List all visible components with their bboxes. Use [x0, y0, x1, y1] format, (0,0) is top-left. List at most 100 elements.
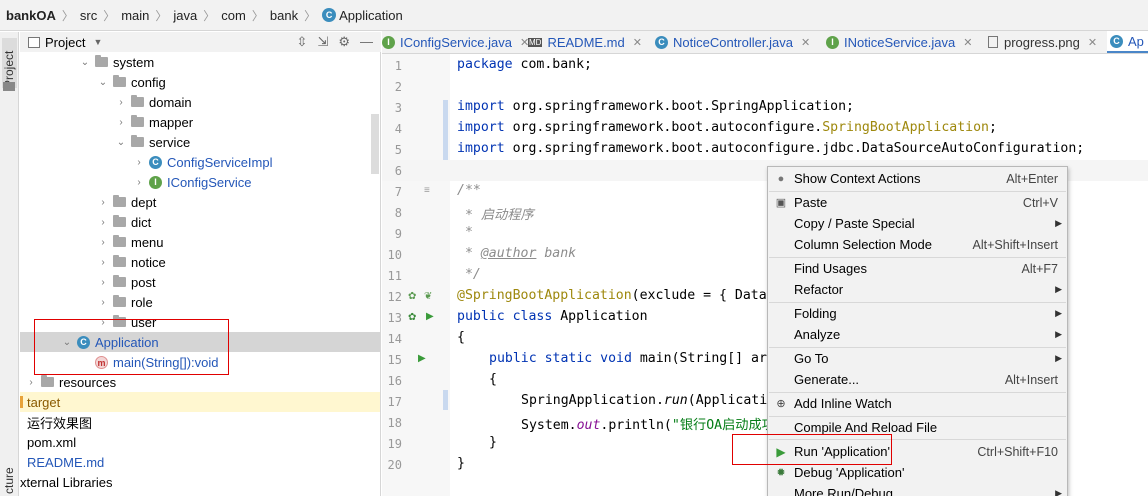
- breadcrumb-item-java[interactable]: java: [173, 8, 197, 23]
- chevron-right-icon[interactable]: ›: [96, 197, 110, 208]
- spring-bean-icon[interactable]: ✿: [408, 312, 416, 323]
- chevron-right-icon: ▶: [1055, 488, 1062, 496]
- run-icon[interactable]: ▶: [426, 311, 434, 322]
- tab-readme[interactable]: MD README.md ✕: [528, 31, 642, 53]
- breadcrumb-separator: 〉: [103, 8, 116, 23]
- folder-icon: [3, 82, 15, 91]
- project-panel-title[interactable]: Project: [45, 35, 85, 50]
- close-icon[interactable]: ✕: [963, 36, 972, 49]
- tree-item-system[interactable]: ⌄ system: [20, 52, 380, 72]
- fold-icon[interactable]: ≡: [424, 185, 430, 196]
- tree-item-domain[interactable]: › domain: [20, 92, 380, 112]
- tree-item-dict[interactable]: › dict: [20, 212, 380, 232]
- tab-iconfigservice[interactable]: I IConfigService.java ✕: [382, 31, 529, 53]
- menu-item-analyze[interactable]: Analyze ▶: [768, 324, 1067, 345]
- chevron-right-icon[interactable]: ›: [114, 97, 128, 108]
- code-token: org.springframework.boot.SpringApplicati…: [504, 99, 854, 114]
- menu-item-refactor[interactable]: Refactor ▶: [768, 279, 1067, 300]
- run-icon[interactable]: ▶: [418, 353, 426, 364]
- chevron-right-icon[interactable]: ›: [24, 377, 38, 388]
- menu-item-shortcut: Alt+Enter: [1006, 171, 1058, 186]
- chevron-right-icon[interactable]: ›: [96, 297, 110, 308]
- menu-item-shortcut: Alt+F7: [1021, 261, 1058, 276]
- code-token: Application: [552, 309, 648, 324]
- menu-item-go-to[interactable]: Go To ▶: [768, 348, 1067, 369]
- code-line-4: import org.springframework.boot.autoconf…: [457, 120, 997, 135]
- tab-progress-png[interactable]: progress.png ✕: [985, 31, 1097, 53]
- menu-item-copy-paste-special[interactable]: Copy / Paste Special ▶: [768, 213, 1067, 234]
- breadcrumb-item-application[interactable]: Application: [339, 8, 403, 23]
- folder-icon: [113, 255, 126, 267]
- tree-item-iconfigservice[interactable]: › I IConfigService: [20, 172, 380, 192]
- menu-item-find-usages[interactable]: Find Usages Alt+F7: [768, 258, 1067, 279]
- code-token: run: [663, 393, 688, 408]
- breadcrumb-item-src[interactable]: src: [80, 8, 97, 23]
- tree-item-mapper[interactable]: › mapper: [20, 112, 380, 132]
- chevron-down-icon[interactable]: ▼: [93, 37, 102, 47]
- chevron-right-icon[interactable]: ›: [132, 157, 146, 168]
- tree-item-target[interactable]: target: [20, 392, 380, 412]
- menu-item-column-selection-mode[interactable]: Column Selection Mode Alt+Shift+Insert: [768, 234, 1067, 255]
- chevron-right-icon[interactable]: ›: [96, 257, 110, 268]
- tool-window-stripe: Project cture: [0, 32, 19, 496]
- menu-item-debug-application[interactable]: ✹ Debug 'Application': [768, 462, 1067, 483]
- folder-icon: [113, 195, 126, 207]
- tree-item-post[interactable]: › post: [20, 272, 380, 292]
- project-tool-button[interactable]: Project: [2, 38, 17, 88]
- line-number: 19: [387, 437, 402, 451]
- breadcrumb-item-bank[interactable]: bank: [270, 8, 298, 23]
- close-icon[interactable]: ✕: [801, 36, 810, 49]
- chevron-down-icon[interactable]: ⌄: [78, 57, 92, 68]
- tree-item-external-libraries[interactable]: xternal Libraries: [20, 472, 380, 492]
- close-icon[interactable]: ✕: [633, 36, 642, 49]
- tree-item-label: xternal Libraries: [20, 474, 113, 490]
- chevron-down-icon[interactable]: ⌄: [114, 137, 128, 148]
- tree-item-service[interactable]: ⌄ service: [20, 132, 380, 152]
- expand-all-icon[interactable]: ⇳: [297, 34, 308, 50]
- chevron-down-icon[interactable]: ⌄: [96, 77, 110, 88]
- gear-icon[interactable]: ⚙: [338, 34, 350, 50]
- menu-item-folding[interactable]: Folding ▶: [768, 303, 1067, 324]
- menu-item-paste[interactable]: ▣ Paste Ctrl+V: [768, 192, 1067, 213]
- menu-item-add-inline-watch[interactable]: ⊕ Add Inline Watch: [768, 393, 1067, 414]
- chevron-right-icon[interactable]: ›: [96, 277, 110, 288]
- collapse-all-icon[interactable]: ⇲: [317, 34, 328, 50]
- breadcrumb-item-com[interactable]: com: [221, 8, 246, 23]
- menu-item-label: Add Inline Watch: [794, 396, 892, 411]
- tab-application-active[interactable]: C Ap: [1107, 31, 1148, 53]
- code-line-19: }: [489, 435, 497, 450]
- menu-item-generate[interactable]: Generate... Alt+Insert: [768, 369, 1067, 390]
- tree-item-screenshots[interactable]: 运行效果图: [20, 412, 380, 432]
- breadcrumb-separator: 〉: [61, 8, 74, 23]
- line-number: 10: [387, 248, 402, 262]
- bean-icon[interactable]: ✿: [408, 291, 416, 302]
- tree-item-dept[interactable]: › dept: [20, 192, 380, 212]
- close-icon[interactable]: ✕: [1088, 36, 1097, 49]
- tree-item-menu[interactable]: › menu: [20, 232, 380, 252]
- chevron-right-icon[interactable]: ›: [96, 237, 110, 248]
- tree-item-notice[interactable]: › notice: [20, 252, 380, 272]
- chevron-right-icon[interactable]: ›: [96, 217, 110, 228]
- tree-item-resources[interactable]: › resources: [20, 372, 380, 392]
- tree-item-role[interactable]: › role: [20, 292, 380, 312]
- tree-item-configserviceimpl[interactable]: › C ConfigServiceImpl: [20, 152, 380, 172]
- tab-noticecontroller[interactable]: C NoticeController.java ✕: [652, 31, 810, 53]
- menu-item-show-context-actions[interactable]: ● Show Context Actions Alt+Enter: [768, 168, 1067, 189]
- code-line-18: System.out.println("银行OA启动成功: [521, 414, 775, 433]
- chevron-right-icon[interactable]: ›: [114, 117, 128, 128]
- hide-icon[interactable]: —: [360, 34, 373, 50]
- tree-item-label: resources: [59, 374, 117, 390]
- menu-item-more-run-debug[interactable]: More Run/Debug ▶: [768, 483, 1067, 496]
- tree-item-config[interactable]: ⌄ config: [20, 72, 380, 92]
- chevron-right-icon[interactable]: ›: [132, 177, 146, 188]
- structure-tool-button[interactable]: cture: [2, 464, 17, 494]
- spring-icon[interactable]: ❦: [424, 291, 432, 302]
- debug-icon: ✹: [776, 467, 786, 479]
- line-number: 15: [387, 353, 402, 367]
- tab-inoticeservice[interactable]: I INoticeService.java ✕: [823, 31, 973, 53]
- tree-item-pom[interactable]: pom.xml: [20, 432, 380, 452]
- tree-item-readme[interactable]: README.md: [20, 452, 380, 472]
- breadcrumb-item-main[interactable]: main: [121, 8, 149, 23]
- code-token: package: [457, 57, 513, 72]
- breadcrumb-item-project[interactable]: bankOA: [6, 8, 56, 23]
